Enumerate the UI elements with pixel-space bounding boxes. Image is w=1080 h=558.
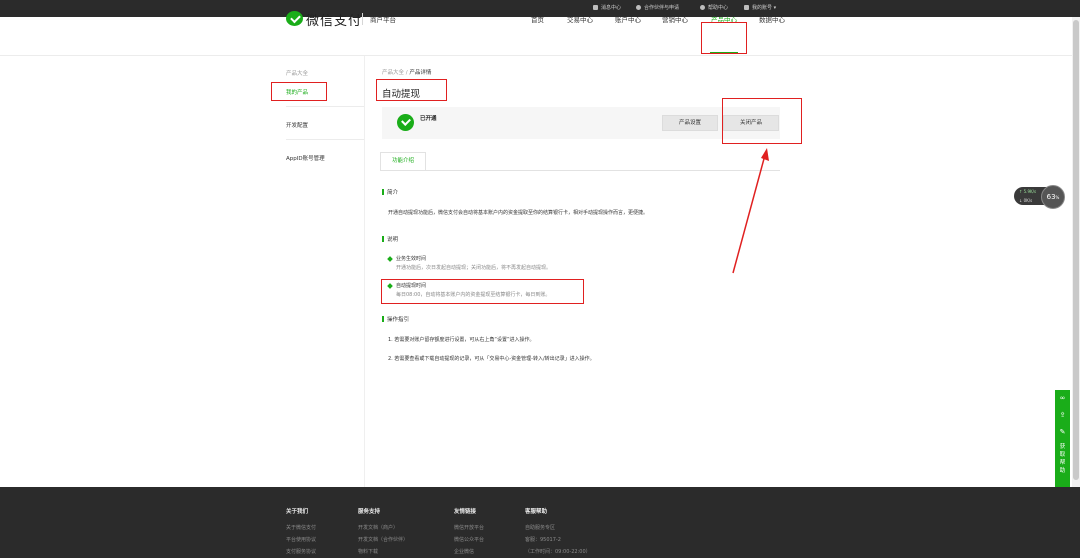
annotation-box-withdraw-time [381, 279, 584, 304]
get-help-button[interactable]: 获 取 帮 助 [1055, 443, 1070, 475]
footer-link[interactable]: 微信开放平台 [454, 524, 484, 531]
breadcrumb-separator: / [405, 70, 408, 76]
guide-item: 1. 若需要对账户留存额度进行设置，可从右上角“设置”进入操作。 [388, 337, 535, 343]
sidebar-border [364, 56, 365, 488]
footer-link[interactable]: 物料下载 [358, 548, 378, 555]
footer-link[interactable]: 自助服务专区 [525, 524, 555, 531]
footer-heading: 友情链接 [454, 509, 477, 515]
desc-item-text: 开通功能后，次日发起自动提现；关闭功能后，将不再发起自动提现。 [396, 265, 552, 271]
tab-feature-intro[interactable]: 功能介绍 [380, 152, 426, 171]
annotation-box-page-title [376, 79, 447, 101]
footer-link[interactable]: 企业微信 [454, 548, 474, 555]
annotation-box-close-product [722, 98, 802, 144]
mail-icon [593, 5, 598, 10]
annotation-arrow-line [732, 154, 766, 274]
intro-text: 开通自动提现功能后，微信支付会自动将基本账户内的资金提取至你的结算银行卡，相对手… [388, 210, 649, 216]
breadcrumb-current: 产品详情 [409, 70, 432, 76]
section-heading-guide: 操作指引 [382, 315, 409, 323]
desc-item-title: 业务生效时间 [396, 256, 427, 262]
footer-link[interactable]: 平台使用协议 [286, 536, 316, 543]
footer-heading: 客服帮助 [525, 509, 548, 515]
share-icon[interactable]: ⇪ [1055, 408, 1070, 423]
edit-icon[interactable]: ✎ [1055, 425, 1070, 440]
sidebar-item-all-products[interactable]: 产品大全 [286, 69, 308, 77]
upload-speed: ↑ 5.9K/s [1019, 189, 1037, 194]
breadcrumb-parent[interactable]: 产品大全 [382, 70, 404, 76]
tab-bar-line [380, 170, 780, 171]
help-icon [700, 5, 705, 10]
footer-text: （工作时间：09:00-22:00） [525, 549, 591, 555]
bullet-diamond-icon [387, 256, 393, 262]
link-icon[interactable]: ∞ [1055, 391, 1070, 406]
nav-home[interactable]: 首页 [531, 14, 544, 24]
wechat-pay-logo-icon[interactable] [286, 11, 303, 26]
user-icon [744, 5, 749, 10]
platform-name: 商户平台 [370, 16, 396, 24]
memory-usage-circle[interactable]: 63% [1041, 185, 1065, 209]
breadcrumb: 产品大全 / 产品详情 [382, 68, 431, 76]
footer-heading: 关于我们 [286, 509, 309, 515]
footer-link[interactable]: 开发文档（合作伙伴） [358, 536, 408, 543]
sidebar-divider [286, 139, 364, 140]
scrollbar-thumb[interactable] [1073, 20, 1079, 480]
annotation-box-my-products [271, 82, 327, 101]
footer-link[interactable]: 支付服务协议 [286, 548, 316, 555]
section-heading-description: 说明 [382, 235, 398, 243]
chevron-down-icon: ▾ [773, 5, 777, 11]
guide-item: 2. 若需要查看或下载自动提现的记录，可从「交易中心-资金管理-转入/转出记录」… [388, 356, 595, 362]
section-heading-intro: 简介 [382, 188, 398, 196]
brand-name[interactable]: 微信支付 [306, 10, 362, 29]
footer-link[interactable]: 开发文档（商户） [358, 524, 398, 531]
product-settings-button[interactable]: 产品设置 [662, 115, 718, 131]
nav-marketing[interactable]: 营销中心 [662, 14, 688, 24]
sidebar-divider [286, 106, 364, 107]
nav-data[interactable]: 数据中心 [759, 14, 785, 24]
footer-link[interactable]: 微信公众平台 [454, 536, 484, 543]
footer-link[interactable]: 关于微信支付 [286, 524, 316, 531]
partner-icon [636, 5, 641, 10]
annotation-box-nav-products [701, 22, 747, 54]
sidebar-item-dev-config[interactable]: 开发配置 [286, 121, 308, 129]
nav-transactions[interactable]: 交易中心 [567, 14, 593, 24]
download-speed: ↓ 0K/s [1019, 198, 1033, 203]
check-circle-icon [397, 114, 414, 131]
annotation-arrow-head [761, 148, 769, 161]
footer-heading: 服务支持 [358, 509, 381, 515]
annotation-arrow [732, 148, 769, 274]
footer-text: 客服：95017-2 [525, 537, 561, 543]
product-status-panel [382, 107, 780, 139]
status-badge: 已开通 [420, 116, 437, 122]
brand-divider [362, 13, 363, 25]
sidebar-item-appid[interactable]: AppID账号管理 [286, 154, 325, 162]
nav-accounts[interactable]: 账户中心 [615, 14, 641, 24]
